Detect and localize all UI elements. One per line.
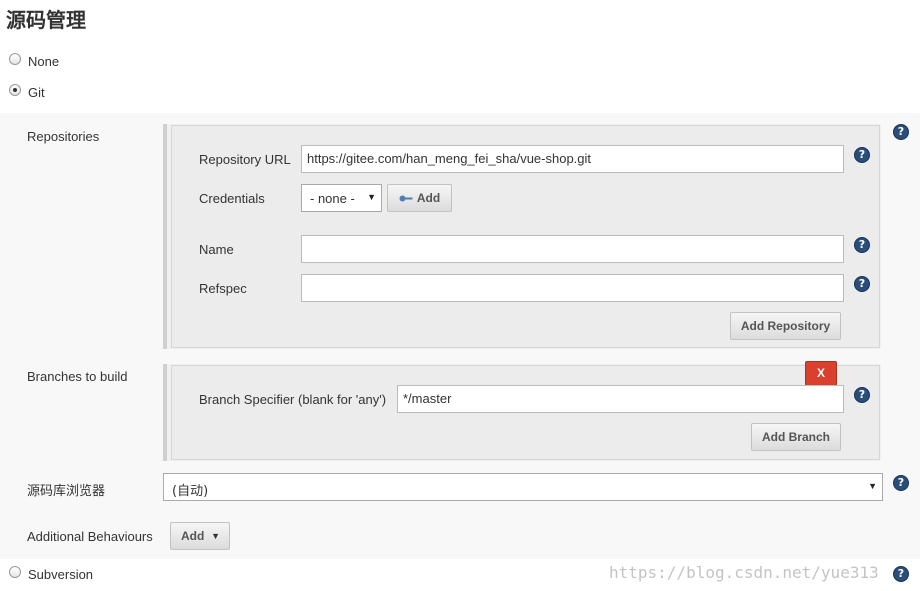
- radio-subversion-label[interactable]: Subversion: [28, 567, 93, 582]
- repositories-help-icon[interactable]: ?: [893, 124, 909, 140]
- repository-url-label: Repository URL: [199, 152, 291, 167]
- branches-label: Branches to build: [27, 369, 128, 384]
- branch-specifier-input[interactable]: */master: [397, 385, 844, 413]
- refspec-input[interactable]: [301, 274, 844, 302]
- dropdown-caret-icon: ▼: [367, 192, 376, 202]
- credentials-selected-value: - none -: [310, 191, 355, 206]
- credentials-add-label: Add: [416, 191, 441, 205]
- credentials-add-button[interactable]: Add: [387, 184, 452, 212]
- additional-behaviours-add-label: Add: [181, 529, 205, 543]
- name-help-icon[interactable]: ?: [854, 237, 870, 253]
- chevron-down-icon: ▼: [211, 531, 220, 541]
- radio-selected-dot: [13, 88, 17, 92]
- radio-subversion[interactable]: [9, 566, 21, 578]
- repo-browser-label: 源码库浏览器: [27, 484, 106, 499]
- key-icon: [399, 195, 413, 202]
- repositories-label: Repositories: [27, 129, 100, 144]
- subversion-help-icon[interactable]: ?: [893, 566, 909, 582]
- refspec-help-icon[interactable]: ?: [854, 276, 870, 292]
- page-title: 源码管理: [6, 8, 86, 32]
- radio-git[interactable]: [9, 84, 21, 96]
- add-repository-button[interactable]: Add Repository: [730, 312, 841, 340]
- repo-browser-select[interactable]: (自动) ▼: [163, 473, 883, 501]
- refspec-label: Refspec: [199, 281, 247, 296]
- add-branch-button[interactable]: Add Branch: [751, 423, 841, 451]
- radio-git-label[interactable]: Git: [28, 85, 45, 100]
- branch-specifier-help-icon[interactable]: ?: [854, 387, 870, 403]
- radio-none[interactable]: [9, 53, 21, 65]
- name-label: Name: [199, 242, 234, 257]
- repo-browser-help-icon[interactable]: ?: [893, 475, 909, 491]
- credentials-label: Credentials: [199, 191, 265, 206]
- watermark-text: https://blog.csdn.net/yue313: [609, 563, 879, 582]
- credentials-select[interactable]: - none - ▼: [301, 184, 382, 212]
- name-input[interactable]: [301, 235, 844, 263]
- branch-specifier-label: Branch Specifier (blank for 'any'): [199, 392, 387, 407]
- repository-url-input[interactable]: https://gitee.com/han_meng_fei_sha/vue-s…: [301, 145, 844, 173]
- radio-none-label[interactable]: None: [28, 54, 59, 69]
- repo-browser-value: (自动): [172, 484, 209, 499]
- additional-behaviours-label: Additional Behaviours: [27, 529, 153, 544]
- additional-behaviours-add-button[interactable]: Add ▼: [170, 522, 230, 550]
- dropdown-caret-icon: ▼: [868, 481, 877, 491]
- delete-branch-button[interactable]: X: [805, 361, 837, 386]
- repository-url-help-icon[interactable]: ?: [854, 147, 870, 163]
